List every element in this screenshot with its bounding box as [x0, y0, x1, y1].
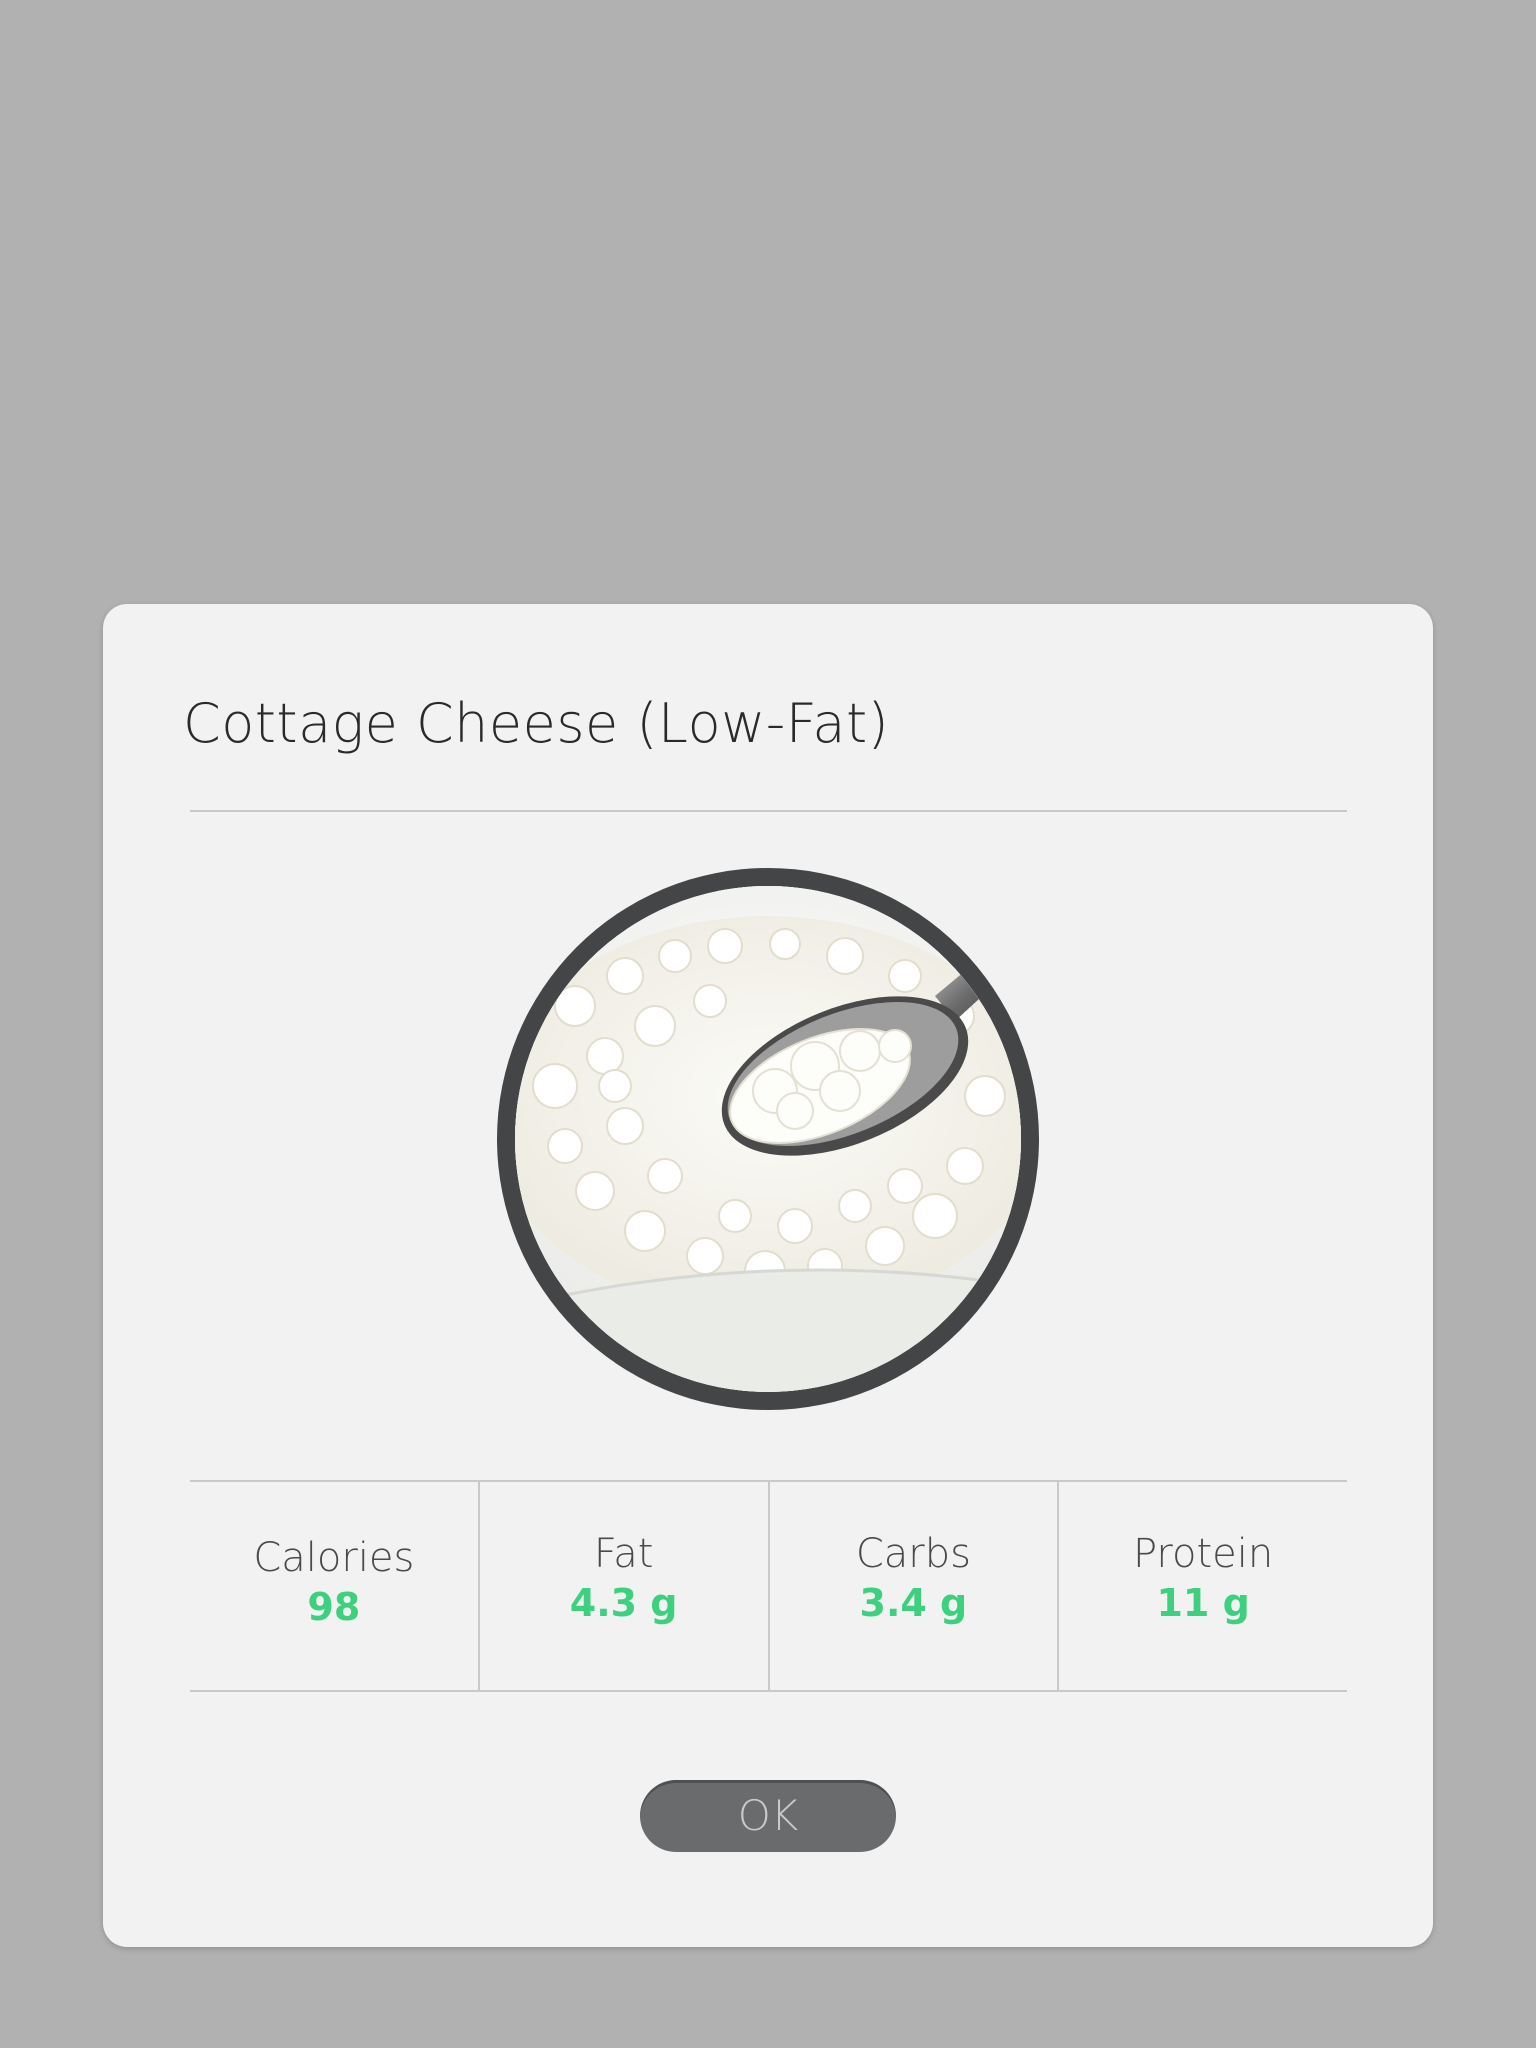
nutrient-calories: Calories 98	[190, 1482, 478, 1690]
nutrient-label: Fat	[593, 1531, 654, 1577]
nutrient-fat: Fat 4.3 g	[477, 1482, 768, 1690]
nutrient-label: Calories	[253, 1535, 415, 1581]
nutrient-carbs: Carbs 3.4 g	[767, 1482, 1058, 1690]
nutrient-value: 4.3 g	[569, 1581, 678, 1625]
nutrient-value: 3.4 g	[859, 1581, 968, 1625]
food-detail-dialog: Cottage Cheese (Low-Fat) Calories 98 Fat…	[103, 604, 1433, 1947]
nutrient-value: 98	[307, 1585, 361, 1629]
food-title: Cottage Cheese (Low-Fat)	[183, 692, 890, 755]
nutrient-protein: Protein 11 g	[1057, 1482, 1347, 1690]
title-divider	[190, 810, 1347, 812]
food-photo	[515, 886, 1021, 1392]
nutrient-value: 11 g	[1156, 1581, 1250, 1625]
nutrient-label: Protein	[1133, 1531, 1274, 1577]
nutrient-label: Carbs	[855, 1531, 971, 1577]
food-photo-frame	[497, 868, 1039, 1410]
nutrition-summary: Calories 98 Fat 4.3 g Carbs 3.4 g Protei…	[190, 1480, 1347, 1692]
ok-button[interactable]: OK	[640, 1780, 896, 1852]
